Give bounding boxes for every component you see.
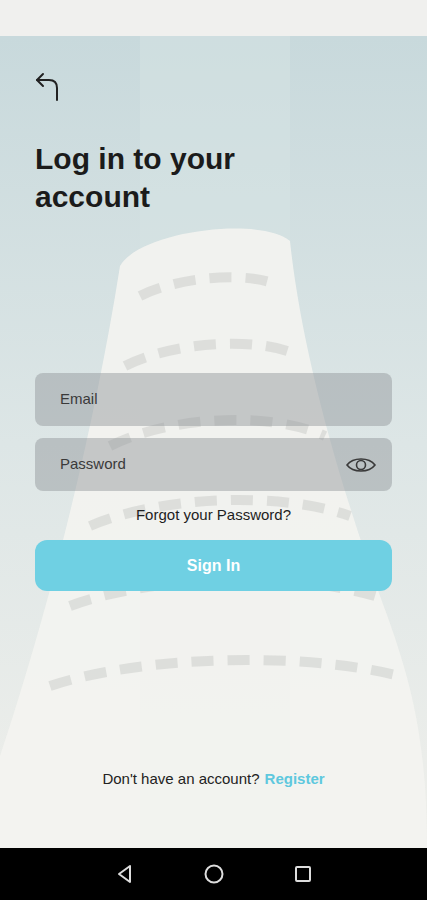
password-field[interactable] [35,438,392,491]
back-button[interactable] [35,72,63,102]
register-link[interactable]: Register [265,769,325,789]
page-title: Log in to your account [35,140,285,216]
navigation-bar [0,848,427,900]
status-bar [0,0,427,36]
register-prompt: Don't have an account? [102,769,259,789]
login-screen: Log in to your account Forgot your Passw… [0,36,427,848]
eye-icon[interactable] [345,455,377,475]
back-arrow-icon [35,72,61,102]
sign-in-button[interactable]: Sign In [35,540,392,591]
register-line: Don't have an account? Register [102,769,324,789]
password-input[interactable] [60,453,337,476]
forgot-password-link[interactable]: Forgot your Password? [136,505,291,525]
email-input[interactable] [60,388,367,411]
email-field[interactable] [35,373,392,426]
back-triangle-icon[interactable] [114,863,136,885]
home-circle-icon[interactable] [203,863,225,885]
recents-square-icon[interactable] [292,863,314,885]
